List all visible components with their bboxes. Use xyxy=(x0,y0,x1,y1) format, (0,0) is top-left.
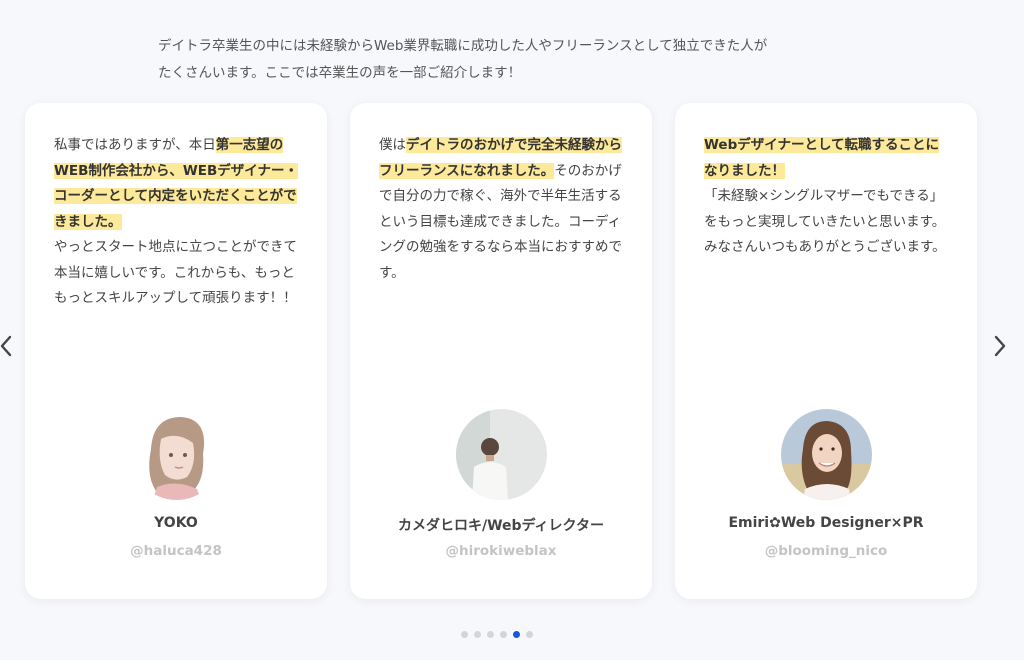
carousel-pagination xyxy=(461,631,533,638)
testimonial-name: Emiri✿Web Designer×PR xyxy=(728,515,924,531)
testimonial-handle: @blooming_nico xyxy=(764,543,888,559)
testimonial-text: 私事ではありますが、本日第一志望のWEB制作会社から、WEBデザイナー・コーダー… xyxy=(54,137,299,306)
testimonial-card: Webデザイナーとして転職することになりました！ 「未経験×シングルマザーでもでき… xyxy=(675,103,977,599)
testimonial-handle: @haluca428 xyxy=(130,543,222,559)
pagination-dot[interactable] xyxy=(500,631,507,638)
carousel-prev-button[interactable] xyxy=(0,328,16,364)
intro-line-2: たくさんいます。ここでは卒業生の声を一部ご紹介します！ xyxy=(158,65,522,81)
chevron-left-icon xyxy=(0,335,12,357)
intro-line-1: デイトラ卒業生の中には未経験からWeb業界転職に成功した人やフリーランスとして独… xyxy=(158,38,768,54)
testimonial-name: カメダヒロキ/Webディレクター xyxy=(397,518,605,534)
testimonial-name: YOKO xyxy=(154,515,198,531)
pagination-dot[interactable] xyxy=(526,631,533,638)
testimonial-text: Webデザイナーとして転職することになりました！ 「未経験×シングルマザーでもでき… xyxy=(704,137,946,255)
testimonial-handle: @hirokiweblax xyxy=(445,543,557,559)
avatar xyxy=(456,409,547,500)
testimonial-card: 私事ではありますが、本日第一志望のWEB制作会社から、WEBデザイナー・コーダー… xyxy=(25,103,327,599)
pagination-dot-active[interactable] xyxy=(513,631,520,638)
avatar xyxy=(781,409,872,500)
pagination-dot[interactable] xyxy=(461,631,468,638)
chevron-right-icon xyxy=(994,335,1006,357)
pagination-dot[interactable] xyxy=(487,631,494,638)
testimonial-card: 僕はデイトラのおかげで完全未経験からフリーランスになれました。そのおかげで自分の… xyxy=(350,103,652,599)
testimonial-text: 僕はデイトラのおかげで完全未経験からフリーランスになれました。そのおかげで自分の… xyxy=(379,137,622,281)
avatar xyxy=(131,409,222,500)
pagination-dot[interactable] xyxy=(474,631,481,638)
intro-text: デイトラ卒業生の中には未経験からWeb業界転職に成功した人やフリーランスとして独… xyxy=(158,33,878,87)
carousel-next-button[interactable] xyxy=(990,328,1010,364)
testimonial-highlight: Webデザイナーとして転職することになりました！ xyxy=(704,137,940,179)
